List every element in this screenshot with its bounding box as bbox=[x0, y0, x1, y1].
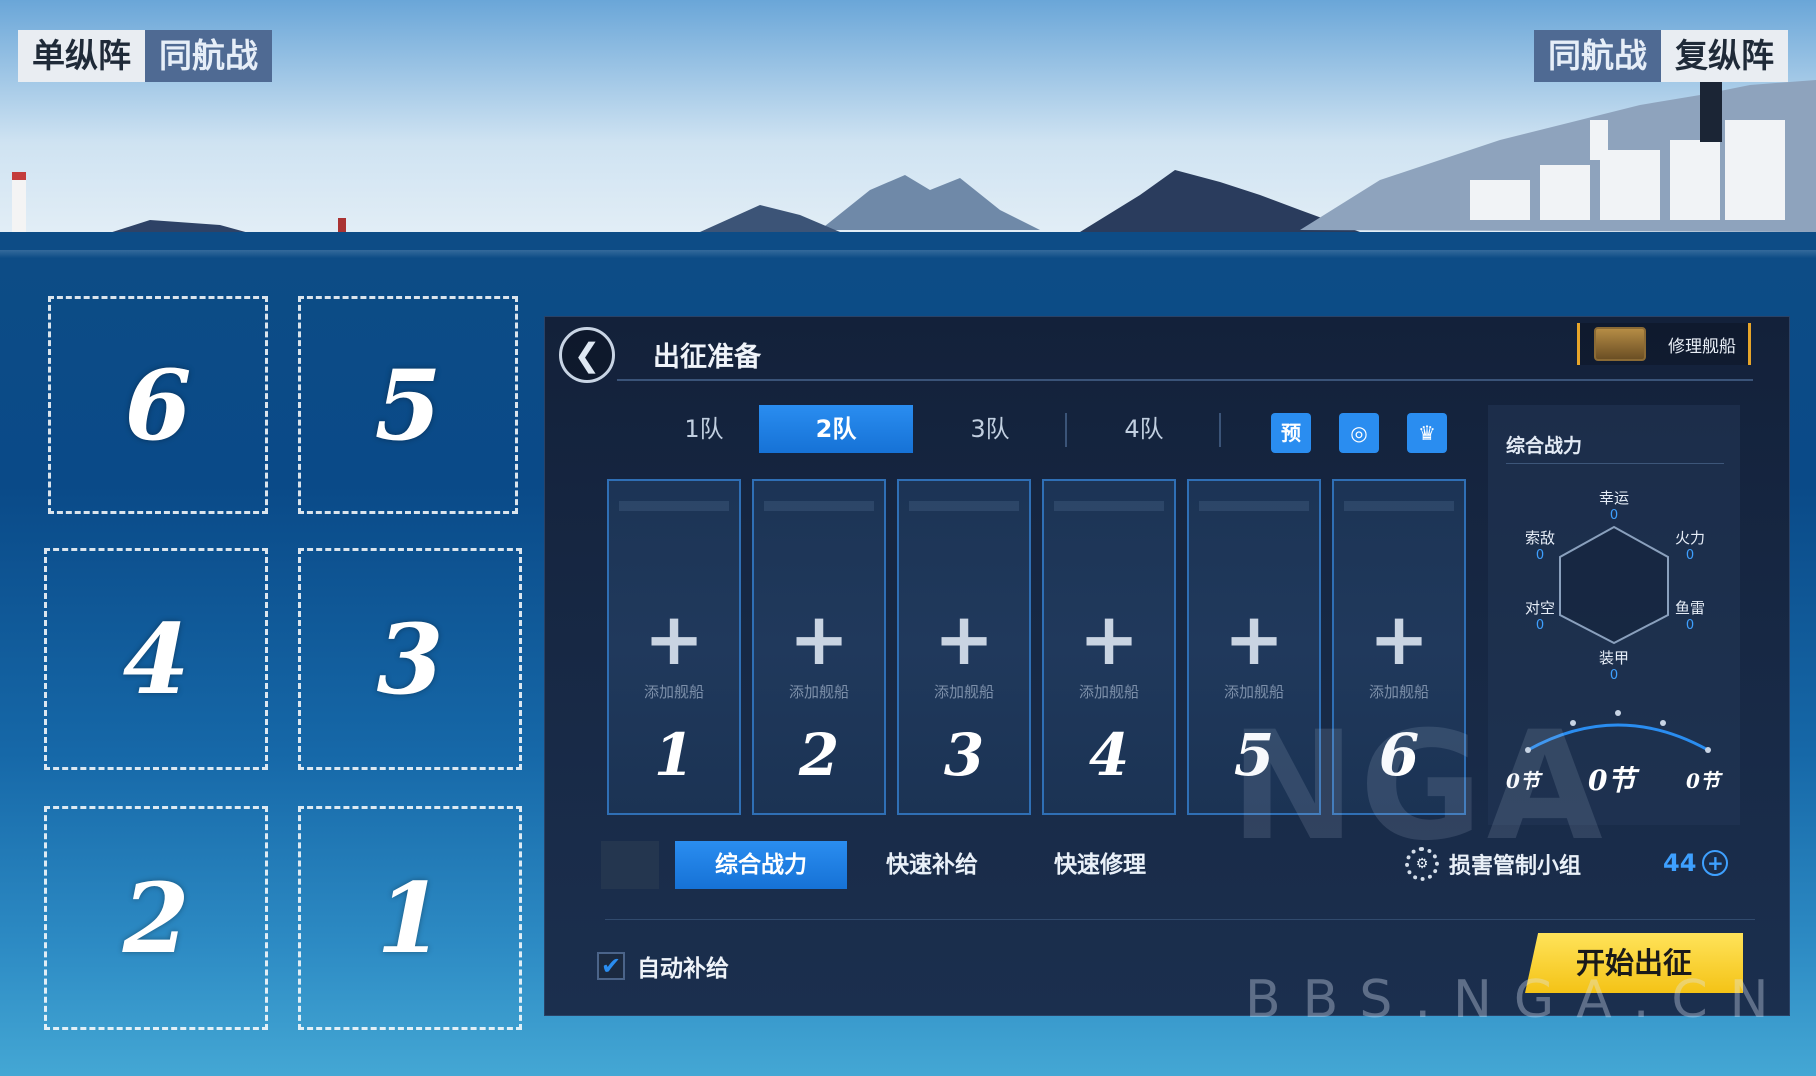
formation-cell: 4 bbox=[44, 548, 268, 770]
add-icon: + bbox=[1223, 597, 1285, 681]
ship-slot-4[interactable]: + 添加舰船 4 bbox=[1042, 479, 1176, 815]
slot-frame-decor bbox=[619, 501, 729, 511]
slot-frame-decor bbox=[764, 501, 874, 511]
ship-slot-1[interactable]: + 添加舰船 1 bbox=[607, 479, 741, 815]
stat-value: 0 bbox=[1609, 508, 1619, 523]
stat-label: 对空 bbox=[1524, 599, 1555, 617]
auto-supply-label: 自动补给 bbox=[637, 956, 729, 982]
stat-value: 0 bbox=[1535, 618, 1545, 633]
formation-cell-number: 4 bbox=[122, 602, 190, 716]
formation-cell: 1 bbox=[298, 806, 522, 1030]
slot-frame-decor bbox=[909, 501, 1019, 511]
add-icon: + bbox=[1368, 597, 1430, 681]
add-icon: + bbox=[1078, 597, 1140, 681]
panel-header: ❮ 出征准备 修理舰船 bbox=[545, 317, 1789, 383]
right-formation-tags: 同航战 复纵阵 bbox=[1534, 30, 1788, 82]
damage-control-count[interactable]: 44 + bbox=[1663, 849, 1729, 877]
add-icon: + bbox=[643, 597, 705, 681]
stat-value: 0 bbox=[1685, 618, 1695, 633]
add-ship-label: 添加舰船 bbox=[1223, 683, 1284, 701]
formation-label: 复纵阵 bbox=[1661, 30, 1788, 82]
slot-number: 2 bbox=[798, 721, 840, 789]
tab-divider bbox=[1219, 413, 1221, 447]
slot-number: 1 bbox=[653, 721, 695, 789]
page-title: 出征准备 bbox=[653, 342, 761, 373]
slot-frame-decor bbox=[1344, 501, 1454, 511]
slot-number: 4 bbox=[1088, 721, 1130, 789]
add-ship-label: 添加舰船 bbox=[1368, 683, 1429, 701]
add-icon: + bbox=[788, 597, 850, 681]
stat-value: 0 bbox=[1609, 668, 1619, 683]
repair-ships-label: 修理舰船 bbox=[1668, 336, 1736, 357]
stat-label: 装甲 bbox=[1598, 649, 1629, 667]
formation-label: 单纵阵 bbox=[18, 30, 145, 82]
stat-luck: 幸运 0 bbox=[1584, 489, 1644, 525]
ship-slot-2[interactable]: + 添加舰船 2 bbox=[752, 479, 886, 815]
formation-cell: 2 bbox=[44, 806, 268, 1030]
repair-ships-button[interactable]: 修理舰船 bbox=[1577, 323, 1751, 365]
stat-armor: 装甲 0 bbox=[1584, 649, 1644, 685]
left-formation-tags: 单纵阵 同航战 bbox=[18, 30, 272, 82]
formation-cell-number: 6 bbox=[124, 348, 192, 462]
stats-hexagon bbox=[1559, 525, 1669, 645]
ship-slot-3[interactable]: + 添加舰船 3 bbox=[897, 479, 1031, 815]
battle-mode-label: 同航战 bbox=[145, 30, 272, 82]
slot-frame-decor bbox=[1199, 501, 1309, 511]
slot-number: 3 bbox=[943, 721, 985, 789]
speed-max: 0节 bbox=[1686, 769, 1720, 793]
tab-overall-power[interactable]: 综合战力 bbox=[675, 841, 847, 889]
slot-frame-decor bbox=[1054, 501, 1164, 511]
stat-recon: 索敌 0 bbox=[1510, 529, 1570, 565]
formation-cell: 6 bbox=[48, 296, 268, 514]
add-ship-label: 添加舰船 bbox=[643, 683, 704, 701]
stat-antiair: 对空 0 bbox=[1510, 599, 1570, 635]
add-icon: + bbox=[933, 597, 995, 681]
formation-cell-number: 5 bbox=[374, 348, 442, 462]
formation-cell-number: 1 bbox=[376, 861, 444, 975]
battle-mode-label: 同航战 bbox=[1534, 30, 1661, 82]
stat-label: 火力 bbox=[1674, 529, 1705, 547]
formation-cell: 5 bbox=[298, 296, 518, 514]
stat-firepower: 火力 0 bbox=[1660, 529, 1720, 565]
add-ship-label: 添加舰船 bbox=[933, 683, 994, 701]
checkbox-checked-icon[interactable]: ✔ bbox=[597, 952, 625, 980]
stat-value: 0 bbox=[1535, 548, 1545, 563]
tab-quick-supply[interactable]: 快速补给 bbox=[851, 841, 1013, 889]
formation-cell: 3 bbox=[298, 548, 522, 770]
trophy-icon[interactable]: ♛ bbox=[1407, 413, 1447, 453]
tab-fleet-4[interactable]: 4队 bbox=[1067, 405, 1221, 453]
stats-title: 综合战力 bbox=[1506, 435, 1583, 457]
tab-quick-repair[interactable]: 快速修理 bbox=[1017, 841, 1183, 889]
repair-kit-icon bbox=[1594, 327, 1646, 361]
stat-label: 索敌 bbox=[1524, 529, 1555, 547]
support-icon[interactable]: ◎ bbox=[1339, 413, 1379, 453]
formation-cell-number: 3 bbox=[376, 602, 444, 716]
divider bbox=[1506, 463, 1724, 464]
add-ship-label: 添加舰船 bbox=[1078, 683, 1139, 701]
nga-watermark-logo: NGA bbox=[1230, 700, 1607, 874]
preset-icon[interactable]: 预 bbox=[1271, 413, 1311, 453]
divider bbox=[605, 919, 1755, 920]
back-button[interactable]: ❮ bbox=[559, 327, 615, 383]
damage-control-count-value: 44 bbox=[1663, 849, 1697, 877]
tab-fleet-3[interactable]: 3队 bbox=[913, 405, 1067, 453]
tab-spacer bbox=[601, 841, 659, 889]
formation-cell-number: 2 bbox=[122, 861, 190, 975]
tab-fleet-2[interactable]: 2队 bbox=[759, 405, 913, 453]
stat-label: 幸运 bbox=[1598, 489, 1629, 507]
plus-circle-icon[interactable]: + bbox=[1702, 850, 1729, 876]
add-ship-label: 添加舰船 bbox=[788, 683, 849, 701]
chevron-left-icon: ❮ bbox=[573, 336, 601, 374]
auto-supply-toggle[interactable]: ✔ 自动补给 bbox=[597, 949, 729, 983]
nga-watermark-url: BBS.NGA.CN bbox=[1245, 970, 1791, 1030]
divider bbox=[617, 379, 1753, 381]
sortie-prep-panel: ❮ 出征准备 修理舰船 1队 2队 3队 4队 预 ◎ ♛ + 添加舰船 1 +… bbox=[544, 316, 1790, 1016]
tab-fleet-1[interactable]: 1队 bbox=[627, 405, 781, 453]
stat-label: 鱼雷 bbox=[1674, 599, 1705, 617]
stat-value: 0 bbox=[1685, 548, 1695, 563]
stat-torpedo: 鱼雷 0 bbox=[1660, 599, 1720, 635]
